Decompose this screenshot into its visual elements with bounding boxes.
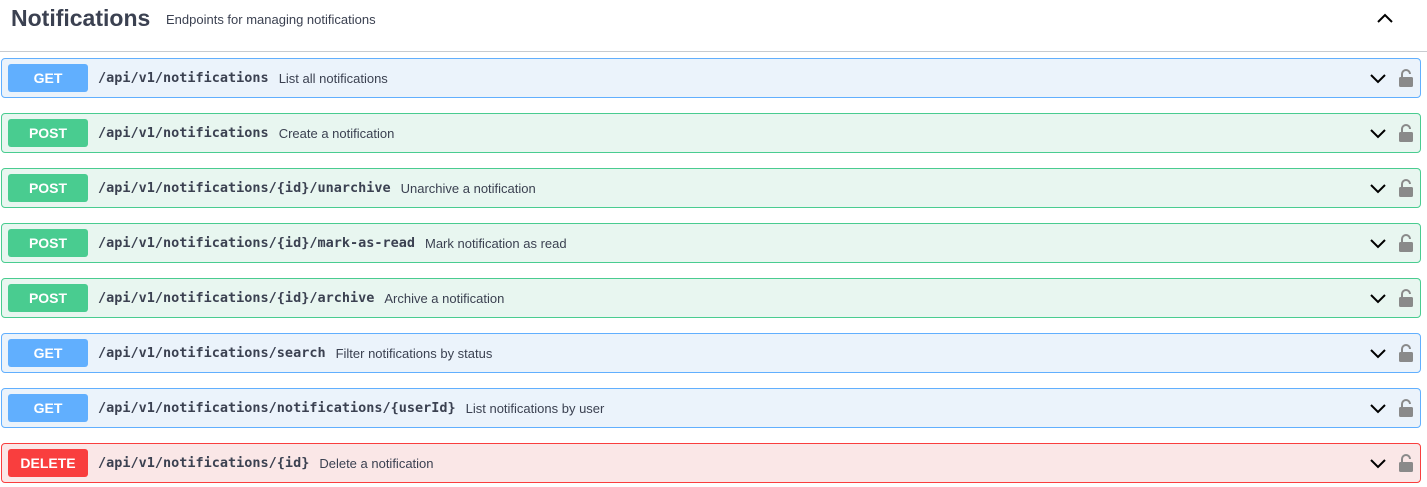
method-badge: POST xyxy=(8,174,88,202)
operation-summary: Unarchive a notification xyxy=(400,180,536,196)
operation-summary: Archive a notification xyxy=(384,290,505,306)
operation-path: /api/v1/notifications/{id}/archive xyxy=(98,290,375,306)
operation-summary: Create a notification xyxy=(278,125,395,141)
method-badge: POST xyxy=(8,119,88,147)
method-badge: GET xyxy=(8,394,88,422)
notifications-section: Notifications Endpoints for managing not… xyxy=(0,0,1427,487)
operation-path: /api/v1/notifications/{id}/unarchive xyxy=(98,180,391,196)
operation-row[interactable]: GET /api/v1/notifications List all notif… xyxy=(1,58,1421,98)
lock-icon[interactable] xyxy=(1398,288,1414,308)
method-badge: POST xyxy=(8,229,88,257)
chevron-down-icon[interactable] xyxy=(1368,398,1388,418)
chevron-down-icon[interactable] xyxy=(1368,178,1388,198)
chevron-down-icon[interactable] xyxy=(1368,233,1388,253)
operation-summary: List notifications by user xyxy=(465,400,605,416)
method-badge: GET xyxy=(8,339,88,367)
operation-row[interactable]: GET /api/v1/notifications/search Filter … xyxy=(1,333,1421,373)
section-title: Notifications xyxy=(11,5,151,31)
chevron-up-icon[interactable] xyxy=(1373,7,1397,31)
operation-row[interactable]: POST /api/v1/notifications/{id}/unarchiv… xyxy=(1,168,1421,208)
operation-row[interactable]: POST /api/v1/notifications Create a noti… xyxy=(1,113,1421,153)
lock-icon[interactable] xyxy=(1398,178,1414,198)
operation-row[interactable]: POST /api/v1/notifications/{id}/mark-as-… xyxy=(1,223,1421,263)
operation-summary: Mark notification as read xyxy=(424,235,567,251)
operation-summary: List all notifications xyxy=(278,70,388,86)
operation-row[interactable]: DELETE /api/v1/notifications/{id} Delete… xyxy=(1,443,1421,483)
lock-icon[interactable] xyxy=(1398,123,1414,143)
chevron-down-icon[interactable] xyxy=(1368,343,1388,363)
operation-summary: Filter notifications by status xyxy=(335,345,493,361)
operation-path: /api/v1/notifications/notifications/{use… xyxy=(98,400,456,416)
chevron-down-icon[interactable] xyxy=(1368,288,1388,308)
operation-path: /api/v1/notifications/{id}/mark-as-read xyxy=(98,235,415,251)
chevron-down-icon[interactable] xyxy=(1368,123,1388,143)
chevron-down-icon[interactable] xyxy=(1368,68,1388,88)
operation-path: /api/v1/notifications/search xyxy=(98,345,326,361)
operation-path: /api/v1/notifications/{id} xyxy=(98,455,310,471)
operation-path: /api/v1/notifications xyxy=(98,125,269,141)
lock-icon[interactable] xyxy=(1398,233,1414,253)
lock-icon[interactable] xyxy=(1398,398,1414,418)
method-badge: POST xyxy=(8,284,88,312)
operation-row[interactable]: GET /api/v1/notifications/notifications/… xyxy=(1,388,1421,428)
operation-path: /api/v1/notifications xyxy=(98,70,269,86)
operation-row[interactable]: POST /api/v1/notifications/{id}/archive … xyxy=(1,278,1421,318)
section-description: Endpoints for managing notifications xyxy=(166,12,376,27)
operation-summary: Delete a notification xyxy=(319,455,434,471)
method-badge: GET xyxy=(8,64,88,92)
method-badge: DELETE xyxy=(8,449,88,477)
lock-icon[interactable] xyxy=(1398,343,1414,363)
section-header[interactable]: Notifications Endpoints for managing not… xyxy=(0,0,1427,52)
lock-icon[interactable] xyxy=(1398,453,1414,473)
chevron-down-icon[interactable] xyxy=(1368,453,1388,473)
lock-icon[interactable] xyxy=(1398,68,1414,88)
